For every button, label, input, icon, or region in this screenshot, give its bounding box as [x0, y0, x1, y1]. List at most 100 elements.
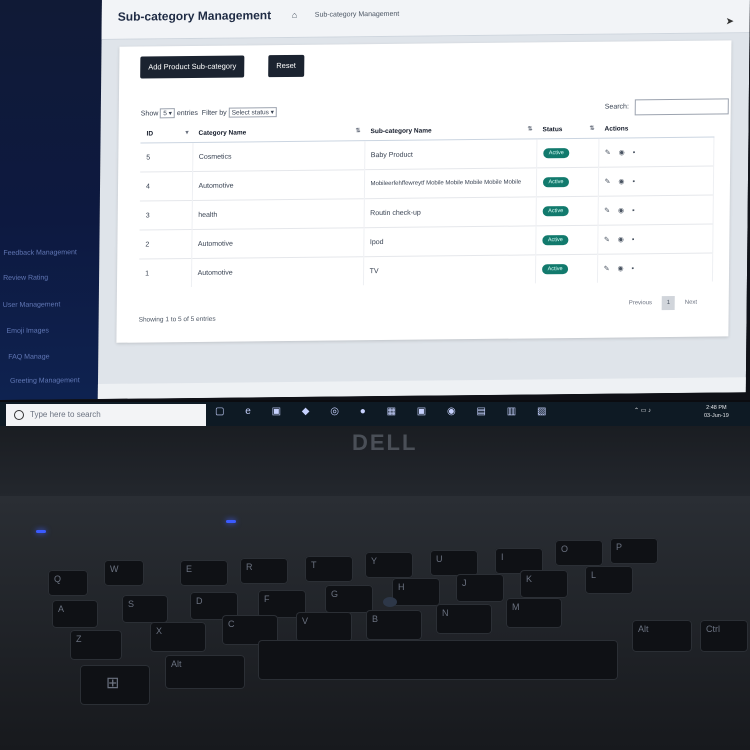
key-alt[interactable]: Alt: [632, 620, 692, 652]
key-u[interactable]: U: [430, 550, 478, 576]
edit-icon[interactable]: ✎: [604, 266, 610, 273]
key-o[interactable]: O: [555, 540, 603, 566]
edit-icon[interactable]: ✎: [604, 237, 610, 244]
col-subcategory[interactable]: Sub-category Name ⇅: [364, 120, 537, 141]
cell-category: health: [191, 198, 364, 230]
delete-icon[interactable]: ▪: [632, 178, 635, 185]
key-label: P: [616, 542, 623, 552]
key-l[interactable]: L: [585, 566, 633, 594]
key-g[interactable]: G: [325, 585, 373, 613]
breadcrumb[interactable]: Sub-category Management: [315, 11, 400, 19]
delete-icon[interactable]: ▪: [632, 265, 635, 272]
key-a[interactable]: A: [52, 600, 98, 628]
key-label: M: [512, 602, 520, 612]
status-badge[interactable]: Active: [541, 235, 569, 246]
view-icon[interactable]: ◉: [619, 149, 625, 156]
windows-icon[interactable]: [14, 409, 24, 420]
key-ctrl[interactable]: Ctrl: [700, 620, 748, 652]
key-label: U: [436, 554, 443, 564]
delete-icon[interactable]: ▪: [633, 149, 636, 156]
edit-icon[interactable]: ✎: [605, 150, 611, 157]
windows-key[interactable]: ⊞: [80, 665, 150, 705]
cell-category: Cosmetics: [192, 140, 365, 172]
key-s[interactable]: S: [122, 595, 168, 623]
screen: Feedback Management Review Rating User M…: [0, 0, 750, 401]
col-status[interactable]: Status ⇅: [536, 119, 599, 139]
key-t[interactable]: T: [305, 556, 353, 582]
key-q[interactable]: Q: [48, 570, 88, 596]
next-button[interactable]: Next: [685, 300, 697, 306]
clock-time: 2:48 PM: [706, 405, 727, 411]
windows-icon: ⊞: [106, 675, 120, 692]
key-n[interactable]: N: [436, 604, 492, 634]
cell-subcategory: Ipod: [363, 225, 536, 257]
view-icon[interactable]: ◉: [618, 207, 624, 214]
key-m[interactable]: M: [506, 598, 562, 628]
key-y[interactable]: Y: [365, 552, 413, 578]
view-icon[interactable]: ◉: [618, 236, 624, 243]
subcategory-table: ID ▾ Category Name ⇅ Sub-category Name ⇅ St…: [138, 118, 715, 288]
key-r[interactable]: R: [240, 558, 288, 584]
home-icon[interactable]: ⌂: [292, 10, 298, 20]
view-icon[interactable]: ◉: [617, 265, 623, 272]
sidebar-item-emoji[interactable]: Emoji Images: [6, 328, 48, 335]
key-label: I: [501, 552, 504, 562]
previous-button[interactable]: Previous: [629, 300, 652, 306]
key-label: Ctrl: [706, 624, 720, 634]
view-icon[interactable]: ◉: [618, 178, 624, 185]
add-subcategory-button[interactable]: Add Product Sub-category: [140, 55, 245, 79]
reset-button[interactable]: Reset: [268, 54, 304, 78]
col-actions-label: Actions: [604, 124, 629, 133]
delete-icon[interactable]: ▪: [632, 207, 635, 214]
page-1-button[interactable]: 1: [661, 295, 676, 311]
sidebar-item-review[interactable]: Review Rating: [3, 275, 48, 282]
spacebar-key[interactable]: [258, 640, 618, 680]
key-label: W: [110, 564, 119, 574]
key-w[interactable]: W: [104, 560, 144, 586]
key-b[interactable]: B: [366, 610, 422, 640]
sidebar-item-faq[interactable]: FAQ Manage: [8, 354, 49, 361]
status-badge[interactable]: Active: [541, 264, 569, 275]
status-badge[interactable]: Active: [542, 177, 570, 188]
system-tray[interactable]: ⌃ ▭ ♪: [634, 407, 651, 414]
sidebar-item-greeting[interactable]: Greeting Management: [10, 377, 80, 385]
key-alt[interactable]: Alt: [165, 655, 245, 689]
col-actions: Actions: [598, 118, 715, 139]
entries-select[interactable]: 5 ▾: [160, 108, 176, 119]
delete-icon[interactable]: ▪: [632, 236, 635, 243]
cell-status: Active: [535, 196, 598, 226]
cell-id: 1: [138, 258, 192, 288]
status-badge[interactable]: Active: [542, 148, 570, 159]
key-e[interactable]: E: [180, 560, 228, 586]
key-x[interactable]: X: [150, 622, 206, 652]
key-label: X: [156, 626, 163, 636]
col-category[interactable]: Category Name ⇅: [192, 122, 365, 143]
clock[interactable]: 2:48 PM 03-Jun-19: [704, 404, 729, 420]
edit-icon[interactable]: ✎: [604, 179, 610, 186]
cell-subcategory: Routin check-up: [363, 196, 536, 228]
key-label: H: [398, 582, 405, 592]
status-filter-select[interactable]: Select status ▾: [228, 107, 278, 118]
taskbar-app-icons[interactable]: ▢ e ▣ ◆ ◎ ● ▦ ▣ ◉ ▤ ▥ ▧: [215, 406, 555, 417]
edit-icon[interactable]: ✎: [604, 208, 610, 215]
key-v[interactable]: V: [296, 612, 352, 642]
taskbar-search[interactable]: Type here to search: [6, 404, 206, 426]
status-badge[interactable]: Active: [542, 206, 570, 217]
sidebar-item-label: FAQ Manage: [8, 353, 50, 361]
trackpoint[interactable]: [383, 597, 397, 607]
cell-actions: ✎ ◉ ▪: [597, 195, 714, 226]
key-z[interactable]: Z: [70, 630, 122, 660]
key-j[interactable]: J: [456, 574, 504, 602]
key-k[interactable]: K: [520, 570, 568, 598]
sidebar-item-users[interactable]: User Management: [3, 301, 61, 309]
key-h[interactable]: H: [392, 578, 440, 606]
sidebar-item-feedback[interactable]: Feedback Management: [3, 249, 77, 257]
cell-id: 2: [139, 229, 192, 260]
search-input[interactable]: [634, 98, 729, 116]
key-label: C: [228, 619, 235, 629]
sidebar-item-label: Greeting Management: [9, 377, 80, 385]
key-p[interactable]: P: [610, 538, 658, 564]
cell-id: 4: [139, 171, 193, 202]
col-id[interactable]: ID ▾: [140, 123, 193, 144]
sidebar-item-label: Feedback Management: [3, 249, 77, 257]
